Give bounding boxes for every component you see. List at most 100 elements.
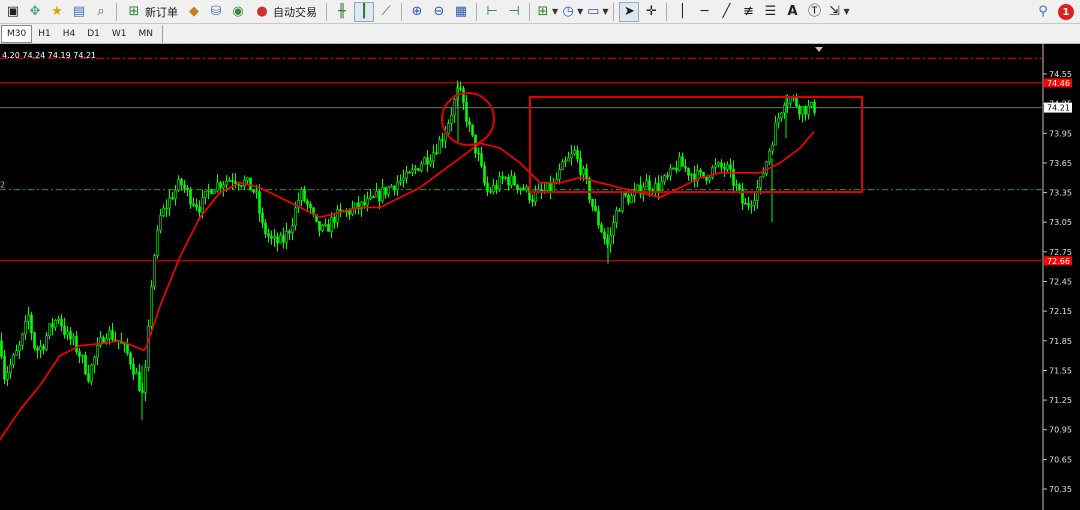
- tab-h4[interactable]: H4: [57, 25, 82, 43]
- candle-body: [531, 199, 534, 202]
- search-button[interactable]: ⚲: [1033, 2, 1053, 22]
- candle-body: [324, 224, 327, 226]
- arrows-button[interactable]: ⇲ ▼: [826, 2, 850, 22]
- candle-body: [765, 161, 768, 174]
- zoom-in-button[interactable]: ⊕: [407, 2, 427, 22]
- text-label-button[interactable]: Ⓣ: [804, 2, 824, 22]
- candle-body: [33, 332, 36, 349]
- candle-body: [666, 175, 669, 177]
- candle-body: [171, 197, 174, 200]
- candle-body: [522, 187, 525, 191]
- candle-body: [111, 330, 114, 341]
- new-order-button[interactable]: ⊞ 新订单: [122, 2, 182, 22]
- toolbar-separator: [529, 2, 530, 21]
- candle-body: [552, 182, 555, 192]
- axis-tick-label: 70.65: [1049, 455, 1072, 464]
- candle-body: [564, 160, 567, 163]
- toolbar-separator: [401, 2, 402, 21]
- tab-h1[interactable]: H1: [32, 25, 57, 43]
- chart-shift-button[interactable]: ⊢: [482, 2, 502, 22]
- new-chart-button[interactable]: ▣: [3, 2, 23, 22]
- candle-body: [600, 224, 603, 233]
- candle-body: [669, 167, 672, 177]
- candle-body: [261, 212, 264, 224]
- candle-body: [510, 175, 513, 186]
- candle-body: [471, 124, 474, 136]
- candle-body: [405, 171, 408, 179]
- auto-trading-button[interactable]: ● 自动交易: [250, 2, 321, 22]
- favorites-button[interactable]: ★: [47, 2, 67, 22]
- candle-body: [546, 182, 549, 191]
- profiles-button[interactable]: ✥: [25, 2, 45, 22]
- cursor-button[interactable]: ➤: [619, 1, 640, 22]
- indicators-button[interactable]: ⊞ ▼: [535, 2, 559, 22]
- candle-body: [276, 236, 279, 244]
- terminal-button[interactable]: ◉: [228, 2, 248, 22]
- cursor-icon: ➤: [624, 3, 635, 19]
- candle-body: [156, 230, 159, 257]
- zoom-in-icon: ⊕: [411, 3, 423, 19]
- horizontal-line-button[interactable]: ─: [694, 2, 714, 22]
- candle-body: [438, 139, 441, 154]
- navigator-button[interactable]: ⌕: [91, 2, 111, 22]
- high-level-tag-text: 74.46: [1047, 79, 1070, 88]
- chevron-down-icon: ▼: [552, 7, 559, 16]
- templates-button[interactable]: ▭ ▼: [585, 2, 608, 22]
- candle-body: [336, 209, 339, 223]
- crosshair-button[interactable]: ✛: [641, 2, 661, 22]
- trendline-button[interactable]: ╱: [716, 2, 736, 22]
- candle-body: [654, 183, 657, 192]
- text-button[interactable]: A: [782, 2, 802, 22]
- market-watch-button[interactable]: ▤: [69, 2, 89, 22]
- candle-body: [183, 184, 186, 189]
- candle-body: [390, 185, 393, 188]
- line-chart-button[interactable]: ⟋: [376, 2, 396, 22]
- candle-body: [87, 373, 90, 382]
- candle-body: [534, 192, 537, 202]
- bar-chart-button[interactable]: ╫: [332, 2, 352, 22]
- candle-body: [12, 354, 15, 366]
- candle-body: [126, 343, 129, 354]
- candle-body: [462, 88, 465, 103]
- candle-body: [129, 352, 132, 365]
- strategy-tester-button[interactable]: ⛁: [206, 2, 226, 22]
- toolbar-right: ⚲ 1: [1032, 2, 1074, 22]
- notification-badge[interactable]: 1: [1058, 4, 1074, 20]
- price-chart[interactable]: 4.20 74.24 74.19 74.21 2 74.5574.2573.95…: [0, 44, 1080, 510]
- candle-body: [264, 222, 267, 235]
- zoom-out-button[interactable]: ⊖: [429, 2, 449, 22]
- vertical-line-button[interactable]: │: [672, 2, 692, 22]
- candle-body: [699, 169, 702, 173]
- metaeditor-button[interactable]: ◆: [184, 2, 204, 22]
- chart-background: [0, 44, 1043, 510]
- zoom-out-icon: ⊖: [433, 3, 445, 19]
- axis-tick-label: 73.35: [1049, 189, 1072, 198]
- axis-tick-label: 70.35: [1049, 485, 1072, 494]
- tile-windows-button[interactable]: ▦: [451, 2, 471, 22]
- candle-body: [750, 204, 753, 207]
- candle-body: [783, 104, 786, 114]
- candle-body: [801, 106, 804, 115]
- candle-body: [762, 173, 765, 178]
- candle-body: [588, 178, 591, 200]
- tab-mn[interactable]: MN: [133, 25, 160, 43]
- candle-body: [525, 186, 528, 191]
- current-price-tag-text: 74.21: [1047, 104, 1070, 113]
- periods-button[interactable]: ◷ ▼: [560, 2, 583, 22]
- candle-body: [384, 187, 387, 195]
- candlestick-button[interactable]: ┃: [354, 1, 374, 22]
- autoscroll-button[interactable]: ⊣: [504, 2, 524, 22]
- candle-body: [177, 179, 180, 191]
- candle-body: [738, 184, 741, 190]
- candle-body: [66, 331, 69, 335]
- tab-w1[interactable]: W1: [106, 25, 133, 43]
- candle-body: [573, 150, 576, 155]
- candle-body: [414, 168, 417, 170]
- equidistant-channel-button[interactable]: ≢: [738, 2, 758, 22]
- fibonacci-button[interactable]: ☰: [760, 2, 780, 22]
- candle-body: [708, 176, 711, 181]
- candle-body: [720, 162, 723, 168]
- line-chart-icon: ⟋: [381, 3, 391, 19]
- tab-m30[interactable]: M30: [1, 24, 33, 43]
- tab-d1[interactable]: D1: [81, 25, 106, 43]
